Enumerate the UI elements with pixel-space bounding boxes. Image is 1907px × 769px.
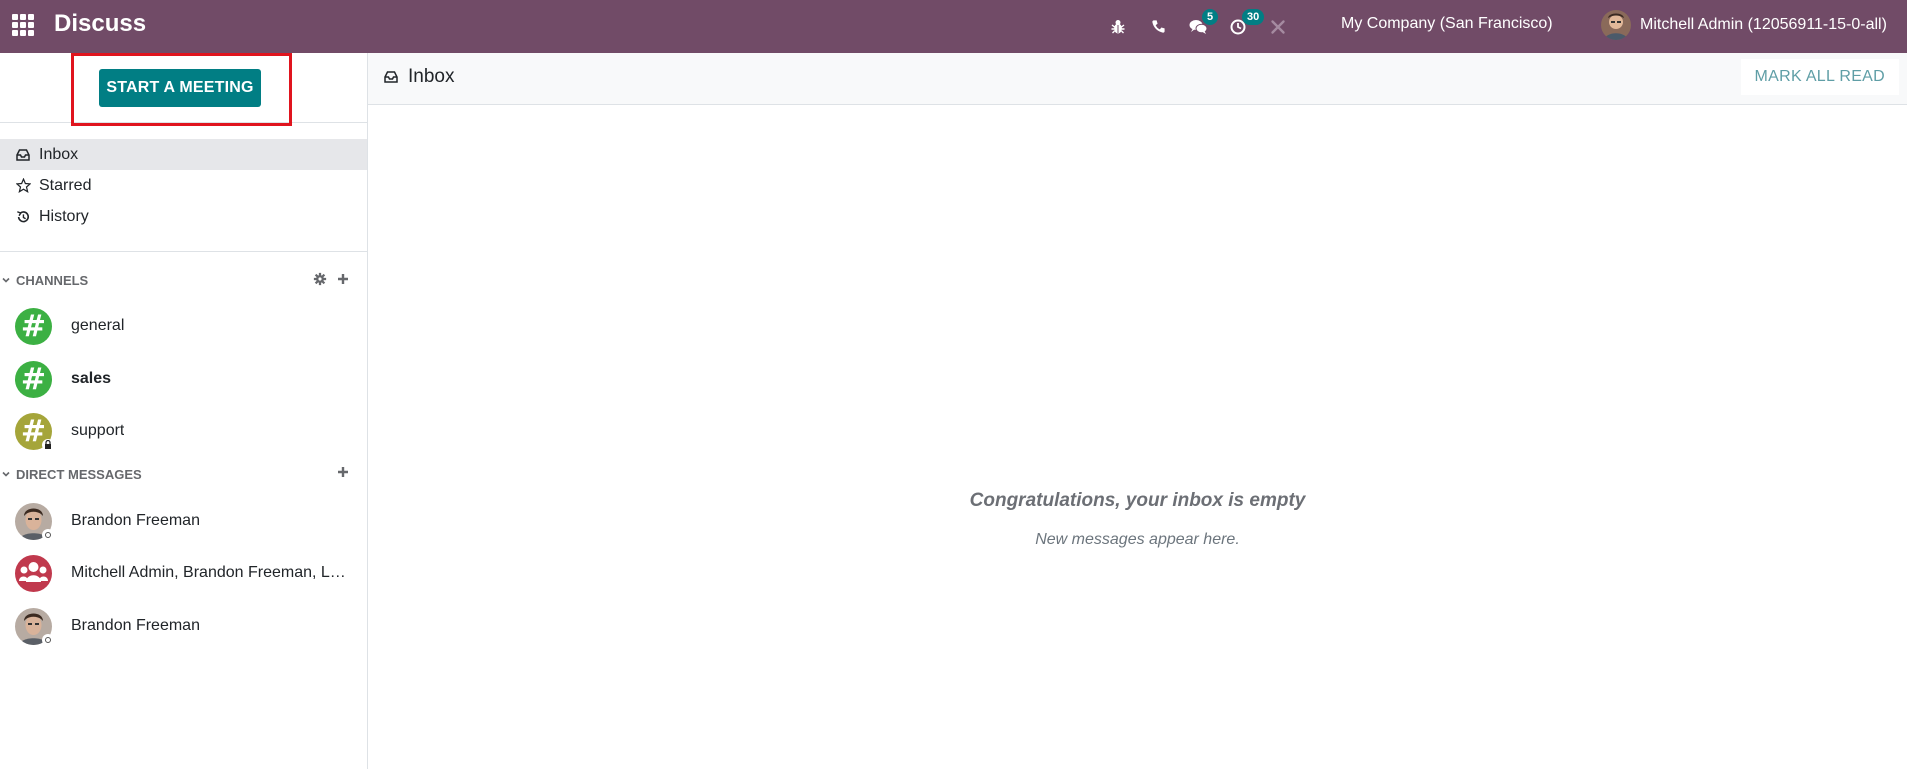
- tools-icon[interactable]: [1258, 0, 1298, 53]
- systray: 5 30: [1098, 0, 1298, 53]
- messages-badge: 5: [1202, 9, 1219, 25]
- divider: [0, 251, 367, 252]
- dm-item[interactable]: Brandon Freeman: [0, 600, 367, 652]
- history-icon: [16, 210, 36, 224]
- thread-header: Inbox MARK ALL READ: [368, 53, 1907, 105]
- sidebar-item-starred[interactable]: Starred: [0, 170, 367, 201]
- channels-header: CHANNELS: [0, 269, 367, 291]
- hashtag-icon: #: [15, 307, 52, 345]
- bug-icon[interactable]: [1098, 0, 1138, 53]
- channel-item-support[interactable]: # support: [0, 405, 367, 457]
- avatar: [15, 502, 54, 541]
- empty-inbox-title: Congratulations, your inbox is empty: [969, 490, 1306, 511]
- sidebar-item-label: Inbox: [39, 145, 79, 163]
- channel-avatar: #: [15, 307, 52, 345]
- dm-name: Brandon Freeman: [71, 617, 200, 634]
- inbox-icon: [16, 148, 36, 161]
- inbox-icon: [384, 71, 398, 83]
- sidebar-item-label: Starred: [39, 176, 92, 194]
- dm-name: Mitchell Admin, Brandon Freeman, La...: [71, 564, 351, 581]
- channel-item-sales[interactable]: # sales: [0, 353, 367, 405]
- sidebar-item-label: History: [39, 207, 89, 225]
- dm-item[interactable]: Brandon Freeman: [0, 495, 367, 547]
- add-channel-icon[interactable]: [337, 272, 349, 286]
- gear-icon[interactable]: [313, 272, 327, 286]
- sidebar-item-history[interactable]: History: [0, 201, 367, 232]
- mark-all-read-button[interactable]: MARK ALL READ: [1740, 59, 1899, 95]
- chat-icon[interactable]: 5: [1178, 0, 1219, 53]
- page-title-label: Inbox: [408, 66, 455, 87]
- user-menu[interactable]: Mitchell Admin (12056911-15-0-all): [1601, 10, 1887, 40]
- channels-header-label[interactable]: CHANNELS: [16, 273, 88, 288]
- discuss-sidebar: START A MEETING Inbox Starred History CH…: [0, 53, 368, 769]
- clock-icon[interactable]: 30: [1218, 0, 1265, 53]
- sidebar-item-inbox[interactable]: Inbox: [0, 139, 367, 170]
- add-chat-icon[interactable]: [337, 466, 349, 478]
- hashtag-icon: #: [15, 360, 52, 398]
- company-switcher[interactable]: My Company (San Francisco): [1341, 15, 1553, 33]
- meeting-area: START A MEETING: [0, 53, 367, 126]
- empty-inbox-subtitle: New messages appear here.: [1035, 531, 1240, 548]
- channel-name: general: [71, 317, 125, 334]
- top-navbar: Discuss 5 30 My Company (San Francisco) …: [0, 0, 1907, 53]
- channel-name: support: [71, 422, 125, 439]
- chevron-down-icon[interactable]: [2, 276, 16, 284]
- avatar: [1601, 10, 1631, 40]
- page-title: Inbox: [384, 66, 454, 88]
- direct-messages-header-label[interactable]: DIRECT MESSAGES: [16, 467, 142, 482]
- channel-item-general[interactable]: # general: [0, 300, 367, 352]
- status-icon: [42, 528, 54, 541]
- dm-item[interactable]: Mitchell Admin, Brandon Freeman, La...: [0, 547, 367, 599]
- group-icon: [15, 554, 52, 592]
- chevron-down-icon[interactable]: [2, 470, 16, 478]
- user-name: Mitchell Admin (12056911-15-0-all): [1640, 16, 1887, 33]
- phone-icon[interactable]: [1138, 0, 1178, 53]
- lock-icon: [42, 438, 54, 451]
- start-meeting-button[interactable]: START A MEETING: [99, 69, 261, 107]
- status-icon: [42, 633, 54, 646]
- dm-name: Brandon Freeman: [71, 512, 200, 529]
- grid-icon[interactable]: [12, 14, 34, 36]
- channel-avatar: #: [15, 412, 54, 451]
- direct-messages-header: DIRECT MESSAGES: [0, 463, 367, 485]
- avatar: [15, 607, 54, 646]
- app-title[interactable]: Discuss: [54, 10, 146, 38]
- channel-name: sales: [71, 370, 112, 387]
- star-icon: [16, 178, 36, 193]
- channel-avatar: #: [15, 360, 52, 398]
